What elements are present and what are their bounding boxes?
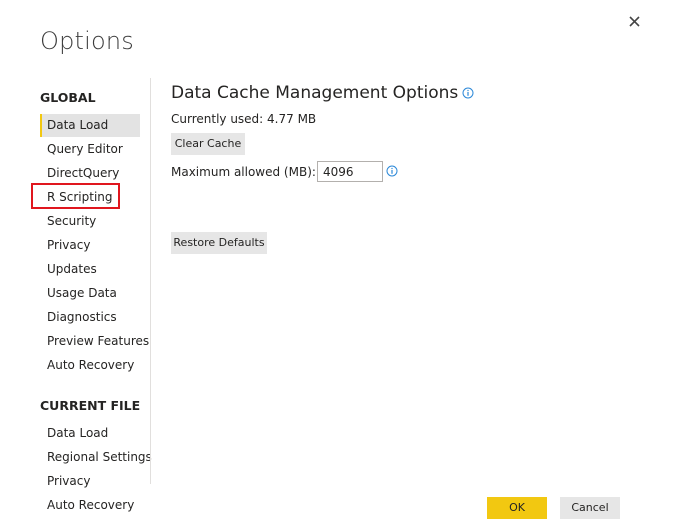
r-scripting-highlight-box (31, 183, 120, 209)
dialog-title: Options (40, 27, 135, 55)
sidebar-item-security[interactable]: Security (40, 210, 140, 233)
sidebar-item-file-data-load[interactable]: Data Load (40, 422, 140, 445)
sidebar-item-file-auto-recovery[interactable]: Auto Recovery (40, 494, 140, 517)
sidebar-item-updates[interactable]: Updates (40, 258, 140, 281)
restore-defaults-button[interactable]: Restore Defaults (171, 232, 267, 254)
global-section-header: GLOBAL (40, 90, 96, 105)
close-icon (628, 15, 640, 27)
sidebar-item-preview-features[interactable]: Preview Features (40, 330, 149, 353)
currently-used-text: Currently used: 4.77 MB (171, 112, 317, 126)
maximum-allowed-label: Maximum allowed (MB): (171, 165, 316, 179)
current-file-section-header: CURRENT FILE (40, 398, 141, 413)
section-title: Data Cache Management Options (171, 83, 474, 103)
section-title-text: Data Cache Management Options (171, 83, 459, 103)
sidebar-item-usage-data[interactable]: Usage Data (40, 282, 140, 305)
sidebar-item-regional-settings[interactable]: Regional Settings (40, 446, 152, 469)
sidebar-item-global-privacy[interactable]: Privacy (40, 234, 140, 257)
ok-button[interactable]: OK (487, 497, 547, 519)
sidebar-item-query-editor[interactable]: Query Editor (40, 138, 140, 161)
sidebar-item-global-auto-recovery[interactable]: Auto Recovery (40, 354, 140, 377)
close-button[interactable] (622, 9, 646, 33)
sidebar-divider (150, 78, 151, 484)
info-icon[interactable] (462, 87, 474, 99)
sidebar-item-diagnostics[interactable]: Diagnostics (40, 306, 140, 329)
cancel-button[interactable]: Cancel (560, 497, 620, 519)
clear-cache-button[interactable]: Clear Cache (171, 133, 245, 155)
sidebar-item-file-privacy[interactable]: Privacy (40, 470, 140, 493)
sidebar-item-global-data-load[interactable]: Data Load (40, 114, 140, 137)
sidebar-item-directquery[interactable]: DirectQuery (40, 162, 140, 185)
maximum-allowed-input[interactable] (317, 161, 383, 182)
maximum-allowed-info-icon[interactable] (386, 165, 398, 177)
